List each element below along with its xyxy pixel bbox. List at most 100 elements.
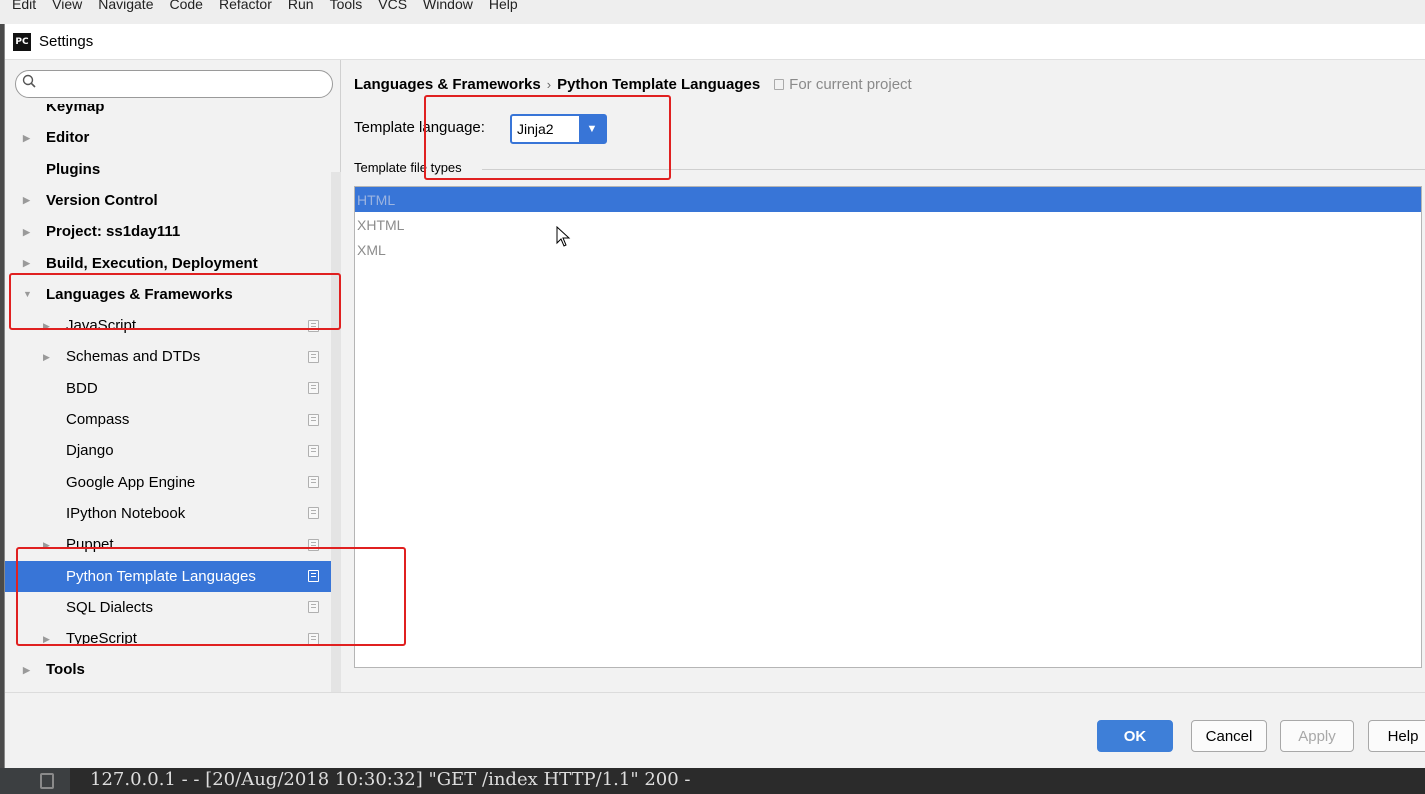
tree-item-label: Keymap [46,104,105,115]
menu-item-view[interactable]: View [52,0,82,12]
settings-sidebar: Keymap ▶ Editor Plugins ▶ Version Control ▶ Pro… [5,60,341,692]
tree-item-label: BDD [66,379,98,397]
project-scope-icon [308,350,319,363]
tree-item-tools[interactable]: ▶ Tools [5,654,341,685]
tree-item-label: Django [66,442,114,460]
cancel-button[interactable]: Cancel [1191,720,1267,752]
expand-right-icon[interactable]: ▶ [43,540,53,550]
breadcrumb-current: Python Template Languages [557,76,761,93]
tree-item-label: Plugins [46,160,101,178]
tree-item-version-control[interactable]: ▶ Version Control [5,185,341,216]
menu-item-window[interactable]: Window [423,0,473,12]
tree-item-editor[interactable]: ▶ Editor [5,122,341,153]
tree-item-label: Compass [66,411,130,428]
pycharm-logo-icon: PC [13,32,31,51]
menu-item-refactor[interactable]: Refactor [219,0,272,12]
expand-right-icon[interactable]: ▶ [23,195,33,205]
file-types-title: Template file types [354,160,462,175]
tree-item-bdd[interactable]: BDD [5,373,341,404]
ok-button[interactable]: OK [1097,720,1173,752]
group-divider [482,169,1425,170]
tree-item-build-execution-deployment[interactable]: ▶ Build, Execution, Deployment [5,248,341,279]
project-scope-icon [308,570,319,582]
console-gutter [0,768,70,794]
scope-label: For current project [789,76,912,93]
project-scope-icon [308,538,319,551]
sidebar-scrollbar[interactable] [331,172,341,692]
tree-item-label: TypeScript [66,630,137,648]
chevron-down-icon[interactable]: ▼ [579,116,605,142]
tree-item-label: Languages & Frameworks [46,285,233,303]
mouse-cursor-icon [556,226,571,247]
menu-item-help[interactable]: Help [489,0,518,12]
tree-item-ipython-notebook[interactable]: IPython Notebook [5,498,341,529]
settings-tree: Keymap ▶ Editor Plugins ▶ Version Control ▶ Pro… [5,104,341,692]
tree-item-label: Python Template Languages [66,567,256,585]
tree-item-label: Build, Execution, Deployment [46,254,258,272]
tree-item-label: SQL Dialects [66,598,153,616]
tree-item-google-app-engine[interactable]: Google App Engine [5,467,341,498]
settings-search-input[interactable] [15,70,333,98]
menu-strip: Edit View Navigate Code Refactor Run Tools VCS W… [0,0,518,12]
help-button[interactable]: Help [1368,720,1425,752]
tree-item-label: Editor [46,129,90,147]
settings-dialog: PC Settings Keymap ▶ Editor Plugins ▶ Version… [4,24,1425,768]
tree-item-python-template-languages[interactable]: Python Template Languages [5,560,341,592]
settings-content: Languages & Frameworks › Python Template… [342,60,1425,692]
expand-right-icon[interactable]: ▶ [23,227,33,237]
tree-item-puppet[interactable]: ▶ Puppet [5,529,341,560]
project-scope-icon [308,601,319,614]
expand-down-icon[interactable]: ▼ [23,289,33,299]
run-console: 127.0.0.1 - - [20/Aug/2018 10:30:32] "GE… [0,768,1425,794]
tree-item-sql-dialects[interactable]: SQL Dialects [5,592,341,623]
tree-item-project-ss1day111[interactable]: ▶ Project: ss1day111 [5,216,341,247]
tree-item-compass[interactable]: Compass [5,404,341,435]
tree-item-label: Tools [46,661,85,679]
tree-item-label: Google App Engine [66,473,196,491]
project-scope-icon [308,476,319,489]
breadcrumb-parent[interactable]: Languages & Frameworks [354,76,541,93]
file-types-list[interactable]: HTML XHTML XML [354,186,1422,668]
tree-item-label: Schemas and DTDs [66,348,201,366]
tree-item-label: Project: ss1day111 [46,223,181,241]
tree-item-label: IPython Notebook [66,504,186,522]
menu-item-code[interactable]: Code [169,0,202,12]
tree-item-keymap[interactable]: Keymap [5,104,341,122]
tree-item-languages-frameworks[interactable]: ▼ Languages & Frameworks [5,279,341,310]
tree-item-plugins[interactable]: Plugins [5,154,341,185]
dialog-button-bar: OK Cancel Apply Help [5,692,1425,768]
tree-item-schemas-and-dtds[interactable]: ▶ Schemas and DTDs [5,341,341,372]
expand-right-icon[interactable]: ▶ [43,321,53,331]
project-scope-icon [308,632,319,645]
breadcrumb: Languages & Frameworks › Python Template… [354,76,912,93]
project-scope-icon [308,507,319,520]
menu-item-run[interactable]: Run [288,0,314,12]
file-type-item[interactable]: XHTML [355,212,1421,237]
menu-item-tools[interactable]: Tools [330,0,363,12]
menu-item-navigate[interactable]: Navigate [98,0,153,12]
project-scope-icon [774,79,785,90]
tree-item-typescript[interactable]: ▶ TypeScript [5,623,341,654]
expand-right-icon[interactable]: ▶ [23,258,33,268]
tree-item-label: JavaScript [66,317,137,335]
file-type-item[interactable]: XML [355,237,1421,262]
print-icon[interactable] [40,773,54,789]
breadcrumb-separator: › [546,77,552,92]
expand-right-icon[interactable]: ▶ [23,665,33,675]
project-scope-icon [308,382,319,395]
console-output: 127.0.0.1 - - [20/Aug/2018 10:30:32] "GE… [90,769,691,790]
template-language-label: Template language: [354,119,485,136]
menu-item-edit[interactable]: Edit [12,0,36,12]
tree-item-django[interactable]: Django [5,435,341,466]
expand-right-icon[interactable]: ▶ [23,133,33,143]
ide-menubar: Edit View Navigate Code Refactor Run Tools VCS W… [0,0,1425,24]
expand-right-icon[interactable]: ▶ [43,634,53,644]
project-scope-icon [308,413,319,426]
template-language-select[interactable]: Jinja2 ▼ [510,114,607,144]
tree-item-javascript[interactable]: ▶ JavaScript [5,310,341,341]
expand-right-icon[interactable]: ▶ [43,352,53,362]
menu-item-vcs[interactable]: VCS [378,0,407,12]
file-type-item[interactable]: HTML [355,187,1421,212]
apply-button[interactable]: Apply [1280,720,1354,752]
dialog-title: Settings [39,33,94,50]
